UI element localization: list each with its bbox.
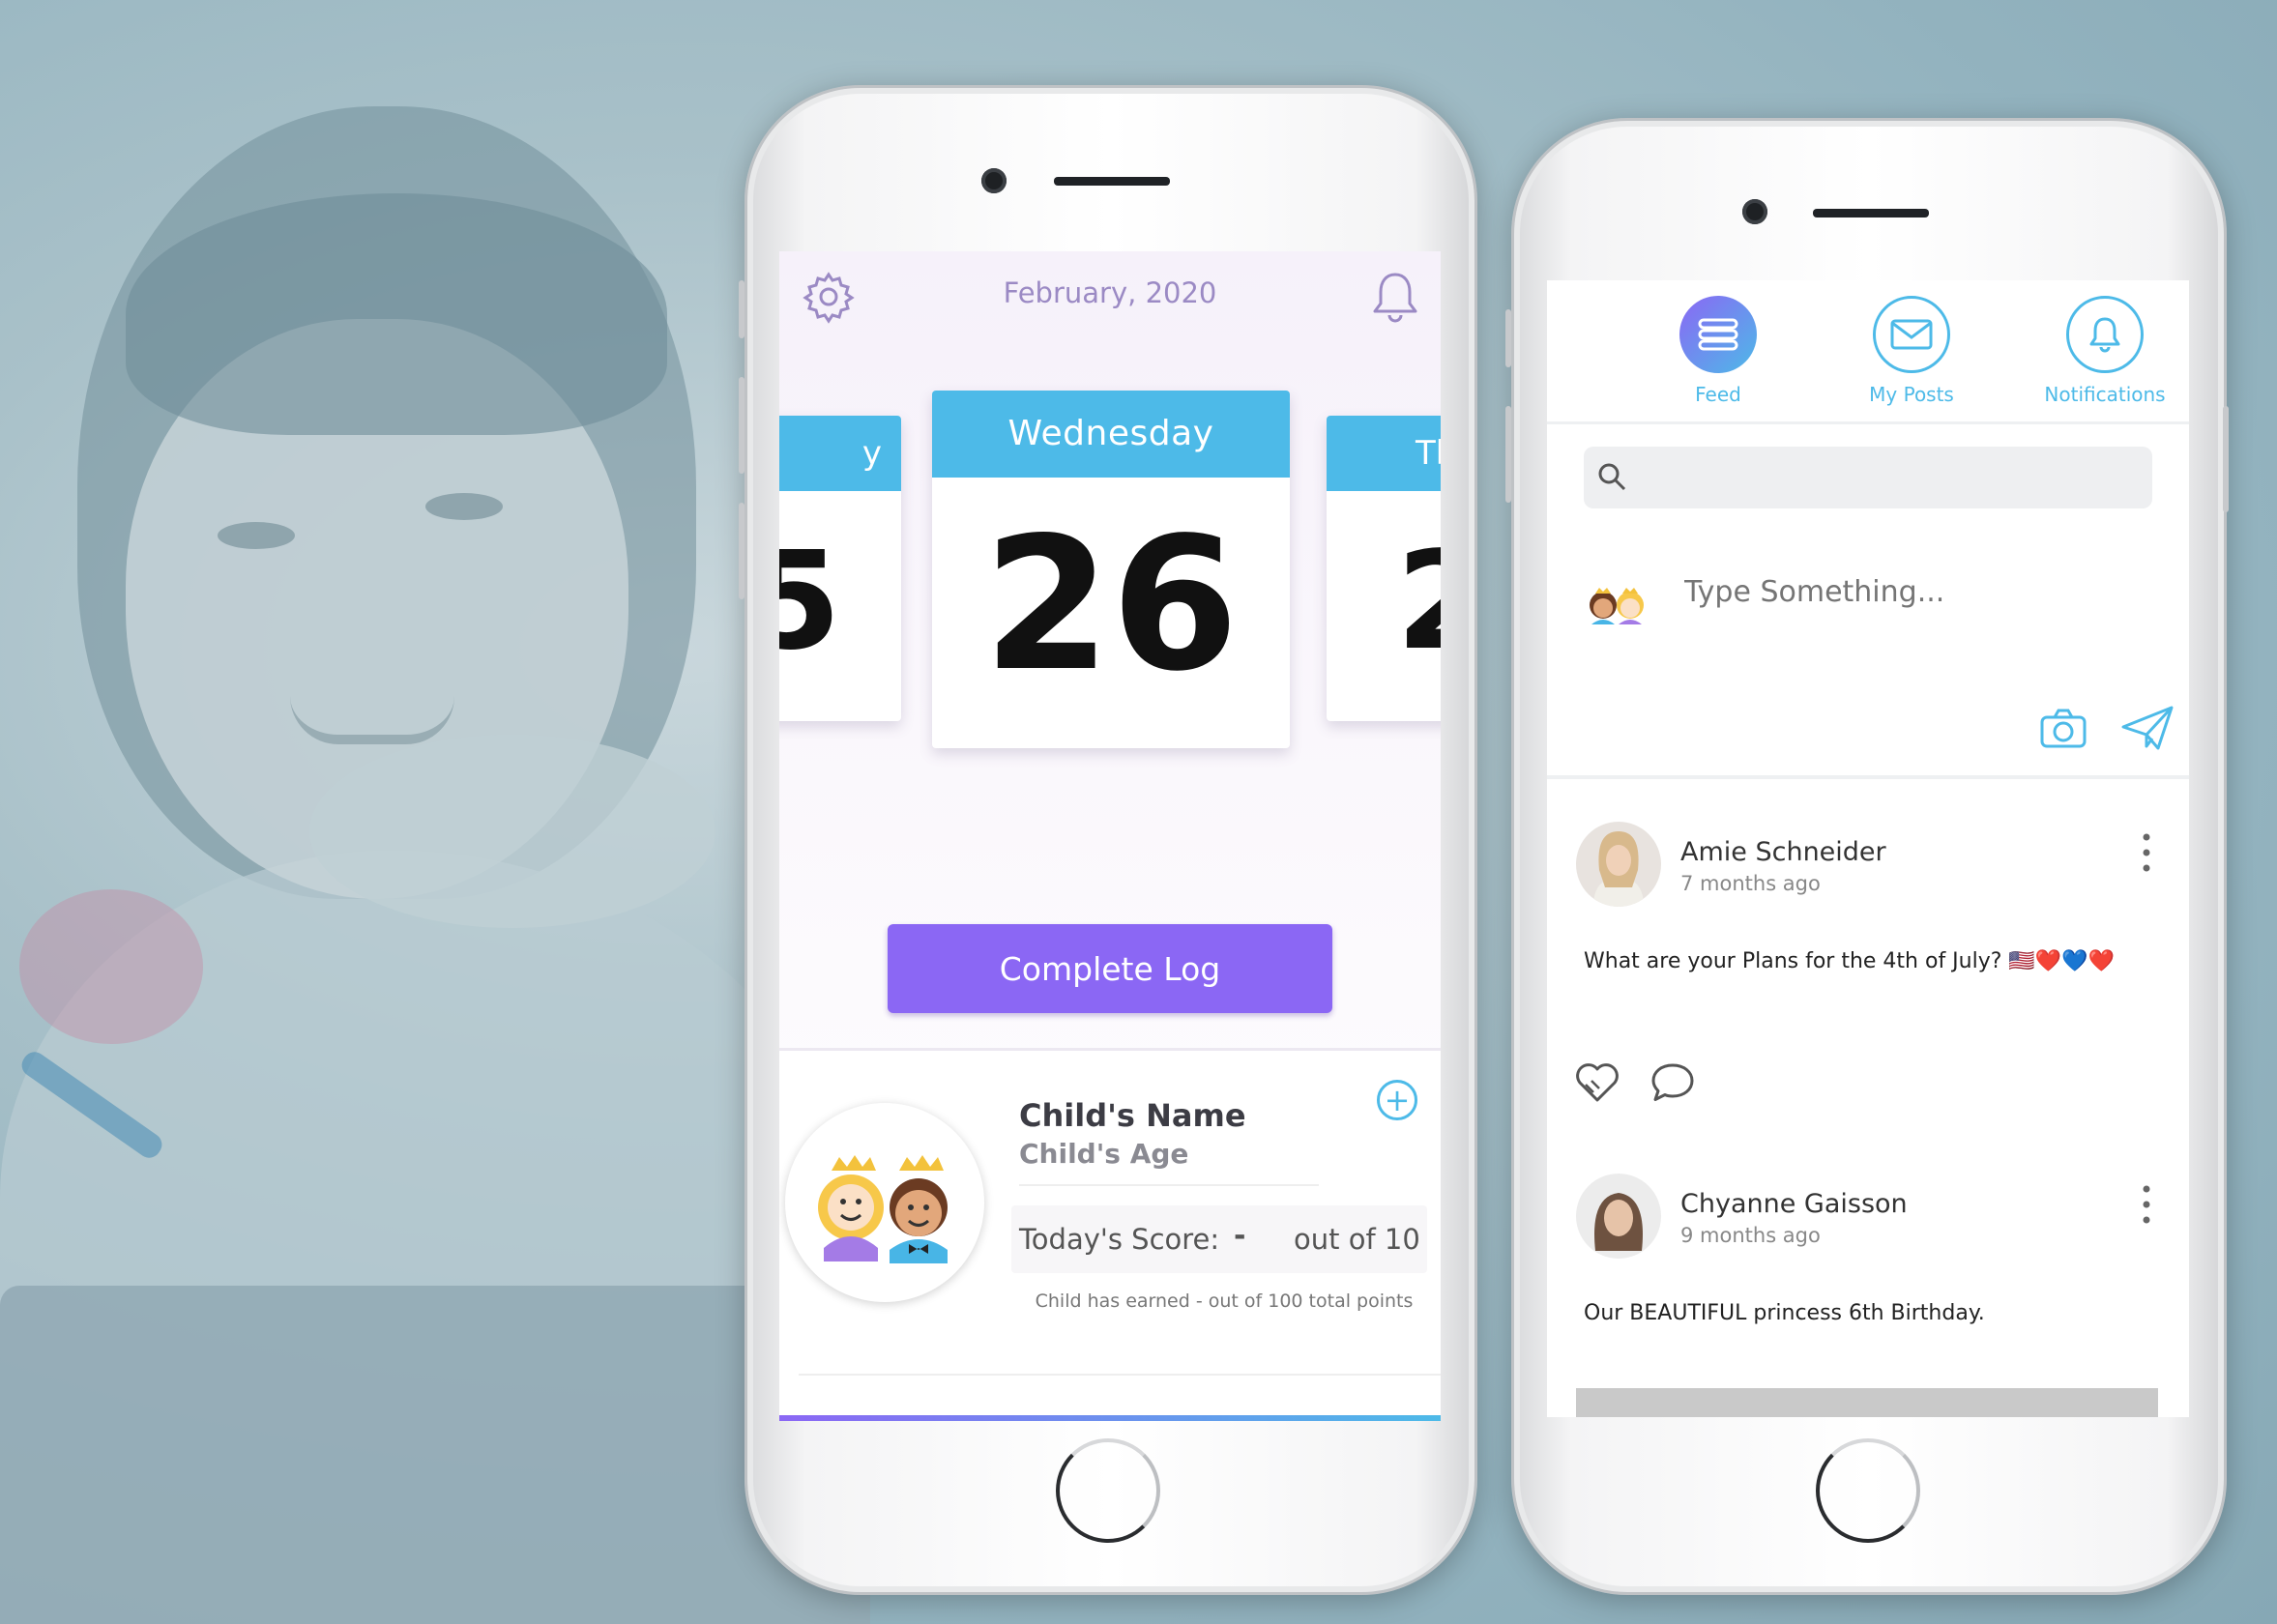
side-button <box>1505 406 1511 503</box>
side-button <box>739 280 744 338</box>
post-text: Our BEAUTIFUL princess 6th Birthday. <box>1584 1301 1985 1325</box>
home-button[interactable] <box>1056 1438 1160 1543</box>
child-avatar[interactable] <box>785 1103 984 1302</box>
day-card-number: 2 <box>1327 530 1441 675</box>
side-button <box>2223 406 2229 512</box>
post-image-placeholder[interactable] <box>1576 1388 2158 1417</box>
score-value: - <box>1234 1219 1246 1253</box>
tab-notifications[interactable]: Notifications <box>2023 296 2187 406</box>
feed-screen: Feed My Posts Notifications Type Somethi… <box>1547 280 2189 1417</box>
comment-icon[interactable] <box>1649 1061 1696 1104</box>
avatar[interactable] <box>1576 1174 1661 1259</box>
score-row: Today's Score: - out of 10 <box>1011 1205 1427 1273</box>
month-label: February, 2020 <box>1003 276 1217 309</box>
day-card-current[interactable]: Wednesday 26 <box>932 391 1290 748</box>
post-author[interactable]: Amie Schneider <box>1680 837 1886 867</box>
tab-my-posts[interactable]: My Posts <box>1829 296 1994 406</box>
gradient-bar <box>779 1415 1441 1421</box>
side-button <box>739 377 744 474</box>
more-options-icon[interactable] <box>2137 831 2156 874</box>
king-queen-avatar-icon <box>818 1155 948 1263</box>
avatar[interactable] <box>1576 822 1661 907</box>
complete-log-button[interactable]: Complete Log <box>888 924 1332 1013</box>
heart-hands-icon[interactable] <box>1574 1061 1620 1104</box>
paper-plane-icon[interactable] <box>2121 706 2174 750</box>
divider <box>1019 1184 1319 1186</box>
search-icon <box>1598 463 1626 491</box>
more-options-icon[interactable] <box>2137 1183 2156 1226</box>
post-input[interactable] <box>1682 566 2150 617</box>
envelope-icon <box>1873 296 1950 373</box>
front-camera <box>1742 199 1767 224</box>
post-time: 9 months ago <box>1680 1224 1821 1247</box>
divider <box>799 1374 1441 1376</box>
front-camera <box>981 168 1007 193</box>
child-age: Child's Age <box>1019 1138 1189 1170</box>
day-card-number: 26 <box>982 498 1240 711</box>
tab-feed[interactable]: Feed <box>1636 296 1800 406</box>
post-author[interactable]: Chyanne Gaisson <box>1680 1189 1908 1219</box>
speaker-grille <box>1813 209 1929 218</box>
speaker-grille <box>1054 177 1170 186</box>
tab-label: Feed <box>1695 383 1741 406</box>
child-panel: Child's Name Child's Age + Today's Score… <box>779 1048 1441 1421</box>
post-text: What are your Plans for the 4th of July?… <box>1584 949 2115 973</box>
search-input[interactable] <box>1638 456 2145 501</box>
calendar-header: February, 2020 <box>779 251 1441 338</box>
bell-icon <box>2066 296 2144 373</box>
search-bar[interactable] <box>1584 447 2152 508</box>
list-icon <box>1679 296 1757 373</box>
tab-label: Notifications <box>2044 383 2166 406</box>
bell-icon[interactable] <box>1371 271 1419 325</box>
side-button <box>1505 309 1511 367</box>
day-card-previous[interactable]: y 5 <box>779 416 901 721</box>
score-out-of: out of 10 <box>1294 1223 1420 1256</box>
score-label: Today's Score: <box>1019 1223 1220 1256</box>
day-card-weekday: Wednesday <box>932 391 1290 478</box>
tab-bar: Feed My Posts Notifications <box>1547 280 2189 424</box>
home-button[interactable] <box>1816 1438 1920 1543</box>
child-name: Child's Name <box>1019 1097 1246 1134</box>
calendar-screen: February, 2020 y 5 Wednesday 26 Th 2 Com… <box>779 251 1441 1421</box>
tab-label: My Posts <box>1869 383 1954 406</box>
day-card-weekday: Th <box>1327 416 1441 491</box>
day-card-weekday: y <box>779 416 901 491</box>
post-time: 7 months ago <box>1680 872 1821 895</box>
side-button <box>739 503 744 599</box>
points-earned-text: Child has earned - out of 100 total poin… <box>1035 1290 1414 1312</box>
post-composer <box>1547 522 2189 779</box>
camera-icon[interactable] <box>2040 708 2087 750</box>
day-card-number: 5 <box>779 523 841 681</box>
day-card-next[interactable]: Th 2 <box>1327 416 1441 721</box>
king-queen-avatar-icon <box>1590 588 1644 624</box>
plus-circle-icon[interactable]: + <box>1377 1080 1417 1120</box>
